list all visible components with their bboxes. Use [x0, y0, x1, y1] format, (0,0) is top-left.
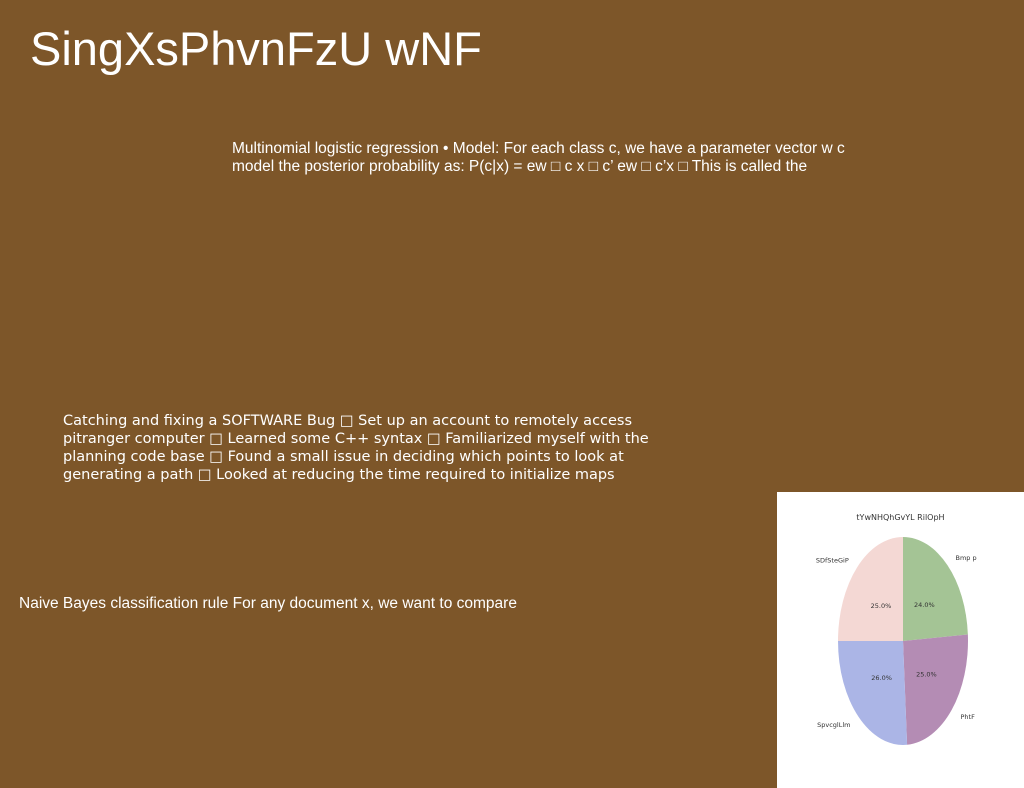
text-line: Multinomial logistic regression • Model:…: [232, 140, 845, 157]
pie-slice: [903, 634, 968, 745]
pie-slice: [838, 641, 908, 745]
pie-chart-panel: tYwNHQhGvYL RilOpH 24.0% Bmp p 25.0% PhtF 26…: [777, 492, 1024, 788]
pie-category-label: Bmp p: [956, 554, 977, 562]
pie-percent-label: 25.0%: [871, 602, 892, 610]
slide-title: SingXsPhvnFzU wNF: [30, 22, 482, 75]
text-line: Naive Bayes classification rule For any …: [19, 595, 517, 612]
text-line: model the posterior probability as: P(c|…: [232, 158, 808, 175]
pie-percent-label: 26.0%: [871, 674, 892, 682]
text-line: Catching and fixing a SOFTWARE Bug □ Set…: [63, 413, 633, 429]
pie-category-label: PhtF: [961, 713, 976, 721]
pie-percent-label: 25.0%: [916, 671, 937, 679]
text-line: planning code base □ Found a small issue…: [63, 449, 624, 465]
text-block-software-bug: Catching and fixing a SOFTWARE Bug □ Set…: [63, 412, 663, 484]
pie-percent-label: 24.0%: [914, 601, 935, 609]
pie-category-label: SpvcglLlm: [817, 721, 850, 729]
text-line: generating a path □ Looked at reducing t…: [63, 467, 615, 483]
text-block-naive-bayes: Naive Bayes classification rule For any …: [19, 595, 719, 613]
pie-slice: [838, 537, 903, 641]
text-block-logistic-regression: Multinomial logistic regression • Model:…: [232, 140, 892, 176]
pie-chart: 24.0% Bmp p 25.0% PhtF 26.0% SpvcglLlm 25.0% SD…: [816, 537, 977, 745]
pie-slice: [903, 537, 968, 641]
pie-category-label: SDfSteGiP: [816, 557, 849, 565]
text-line: pitranger computer □ Learned some C++ sy…: [63, 431, 649, 447]
slide: SingXsPhvnFzU wNF Multinomial logistic r…: [0, 0, 1024, 788]
